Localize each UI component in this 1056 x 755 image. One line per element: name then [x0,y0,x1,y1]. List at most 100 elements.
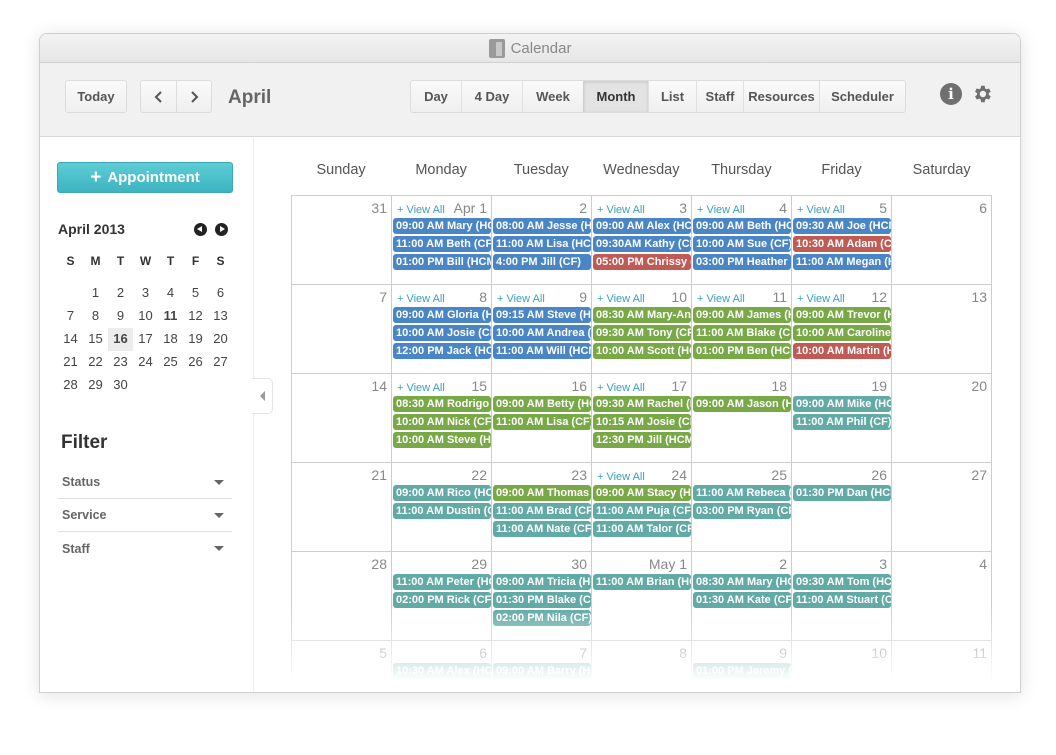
appointment-event[interactable]: 09:00 AM Betty (HCM) [493,396,591,412]
appointment-event[interactable]: 03:00 PM Heather (CF) [693,254,791,270]
day-cell[interactable]: + View All 5 09:30 AM Joe (HCM) 10:30 AM Ad… [792,196,892,285]
appointment-event[interactable]: 11:00 AM Nate (CF) [493,521,591,537]
appointment-event[interactable]: 09:00 AM Stacy (HCM) [593,485,691,501]
view-all-link[interactable]: + View All [397,382,445,394]
mini-day[interactable]: 15 [83,328,108,351]
appointment-event[interactable]: 01:30 PM Blake (CF) [493,592,591,608]
day-cell[interactable]: 26 01:30 PM Dan (HCM) [792,463,892,552]
mini-day[interactable]: 20 [208,328,233,351]
day-cell[interactable]: + View All 10 08:30 AM Mary-Ann (HCM) 09:30… [592,285,692,374]
view-all-link[interactable]: + View All [597,293,645,305]
view-all-link[interactable]: + View All [397,204,445,216]
view-all-link[interactable]: + View All [497,293,545,305]
tab-4-day[interactable]: 4 Day [461,81,522,112]
mini-day[interactable]: 23 [108,351,133,374]
mini-day[interactable]: 27 [208,351,233,374]
add-appointment-button[interactable]: + Appointment [57,162,233,193]
day-cell[interactable]: 10 [792,641,892,692]
appointment-event[interactable]: 01:00 PM Jeremy (HCM) [693,663,791,679]
mini-day[interactable]: 17 [133,328,158,351]
day-cell[interactable]: 6 [892,196,992,285]
appointment-event[interactable]: 10:30 AM Alex (HCM) [393,663,491,679]
day-cell[interactable]: + View All 11 09:00 AM James (HCM) 11:00 AM… [692,285,792,374]
appointment-event[interactable]: 09:00 AM Thomas (HCM) [493,485,591,501]
view-all-link[interactable]: + View All [697,204,745,216]
previous-period-button[interactable] [141,81,176,112]
mini-day[interactable]: 13 [208,305,233,328]
tab-scheduler[interactable]: Scheduler [819,81,905,112]
appointment-event[interactable]: 08:30 AM Mary-Ann (HCM) [593,307,691,323]
appointment-event[interactable]: 11:00 AM Phil (CF) [793,414,891,430]
mini-calendar-prev-icon[interactable] [194,222,207,236]
appointment-event[interactable]: 05:00 PM Chrissy (HCM) [593,254,691,270]
mini-day[interactable]: 25 [158,351,183,374]
mini-day[interactable]: 24 [133,351,158,374]
appointment-event[interactable]: 09:15 AM Steve (HCM) [493,307,591,323]
day-cell[interactable]: May 1 11:00 AM Brian (HCM) [592,552,692,641]
day-cell[interactable]: + View All Apr 1 09:00 AM Mary (HCM) 11:00 … [392,196,492,285]
appointment-event[interactable]: 09:30 AM Joe (HCM) [793,218,891,234]
appointment-event[interactable]: 11:00 AM Blake (CF) [693,325,791,341]
day-cell[interactable]: 18 09:00 AM Jason (HCM) [692,374,792,463]
day-cell[interactable]: 21 [292,463,392,552]
tab-staff[interactable]: Staff [696,81,743,112]
view-all-link[interactable]: + View All [597,471,645,483]
appointment-event[interactable]: 11:00 AM Lisa (HCM) [493,236,591,252]
filter-status[interactable]: Status [58,466,232,499]
appointment-event[interactable]: 11:00 AM Talor (CF) [593,521,691,537]
collapse-sidebar-handle[interactable] [252,378,273,414]
day-cell[interactable]: 8 [592,641,692,692]
day-cell[interactable]: 19 09:00 AM Mike (HCM) 11:00 AM Phil (CF) [792,374,892,463]
appointment-event[interactable]: 02:00 PM Rick (CF) [393,592,491,608]
mini-day[interactable]: 3 [133,282,158,305]
day-cell[interactable]: + View All 3 09:00 AM Alex (HCM) 09:30AM Ka… [592,196,692,285]
appointment-event[interactable]: 11:00 AM Peter (HCM) [393,574,491,590]
appointment-event[interactable]: 09:00 AM Mary (HCM) [393,218,491,234]
appointment-event[interactable]: 10:00 AM Martin (HCM) [793,343,891,359]
appointment-event[interactable]: 10:00 AM Sue (CF) [693,236,791,252]
view-all-link[interactable]: + View All [697,293,745,305]
appointment-event[interactable]: 10:00 AM Andrea (CF) [493,325,591,341]
appointment-event[interactable]: 09:30AM Kathy (CF) [593,236,691,252]
day-cell[interactable]: 2 08:30 AM Mary (HCM) 01:30 AM Kate (CF) [692,552,792,641]
appointment-event[interactable]: 08:30 AM Mary (HCM) [693,574,791,590]
day-cell[interactable]: 16 09:00 AM Betty (HCM) 11:00 AM Lisa (CF) [492,374,592,463]
appointment-event[interactable]: 10:00 AM Josie (CF) [393,325,491,341]
appointment-event[interactable]: 09:00 AM Mike (HCM) [793,396,891,412]
appointment-event[interactable]: 11:00 AM Puja (CF) [593,503,691,519]
appointment-event[interactable]: 09:00 AM Gloria (HCM) [393,307,491,323]
day-cell[interactable]: + View All 24 09:00 AM Stacy (HCM) 11:00 AM… [592,463,692,552]
view-all-link[interactable]: + View All [797,204,845,216]
appointment-event[interactable]: 01:30 AM Kate (CF) [693,592,791,608]
day-cell[interactable]: 6 10:30 AM Alex (HCM) [392,641,492,692]
day-cell[interactable]: 7 09:00 AM Barry (HCM) [492,641,592,692]
day-cell[interactable]: 11 [892,641,992,692]
appointment-event[interactable]: 01:00 PM Ben (HCM) [693,343,791,359]
day-cell[interactable]: 3 09:30 AM Tom (HCM) 11:00 AM Stuart (CF) [792,552,892,641]
tab-week[interactable]: Week [522,81,583,112]
appointment-event[interactable]: 11:00 AM Dustin (CF) [393,503,491,519]
view-all-link[interactable]: + View All [597,204,645,216]
day-cell[interactable]: 25 11:00 AM Rebeca (HCM) 03:00 PM Ryan (CF… [692,463,792,552]
filter-service[interactable]: Service [58,499,232,532]
day-cell[interactable]: 28 [292,552,392,641]
tab-resources[interactable]: Resources [743,81,819,112]
appointment-event[interactable]: 09:00 AM Rico (HCM) [393,485,491,501]
appointment-event[interactable]: 10:00 AM Scott (HCM) [593,343,691,359]
view-all-link[interactable]: + View All [397,293,445,305]
appointment-event[interactable]: 12:00 PM Jack (HCM) [393,343,491,359]
appointment-event[interactable]: 11:00 AM Lisa (CF) [493,414,591,430]
mini-day[interactable]: 1 [83,282,108,305]
appointment-event[interactable]: 11:00 AM Megan (HCM) [793,254,891,270]
mini-calendar-next-icon[interactable] [215,222,228,236]
appointment-event[interactable]: 09:00 AM Tricia (HCM) [493,574,591,590]
day-cell[interactable]: + View All 15 08:30 AM Rodrigo (HCM) 10:00 … [392,374,492,463]
appointment-event[interactable]: 09:00 AM Alex (HCM) [593,218,691,234]
appointment-event[interactable]: 08:30 AM Rodrigo (HCM) [393,396,491,412]
day-cell[interactable]: 22 09:00 AM Rico (HCM) 11:00 AM Dustin (CF… [392,463,492,552]
mini-day[interactable]: 5 [183,282,208,305]
tab-day[interactable]: Day [411,81,461,112]
mini-day[interactable]: 19 [183,328,208,351]
day-cell[interactable]: 9 01:00 PM Jeremy (HCM) [692,641,792,692]
appointment-event[interactable]: 12:30 PM Jill (HCM) [593,432,691,448]
